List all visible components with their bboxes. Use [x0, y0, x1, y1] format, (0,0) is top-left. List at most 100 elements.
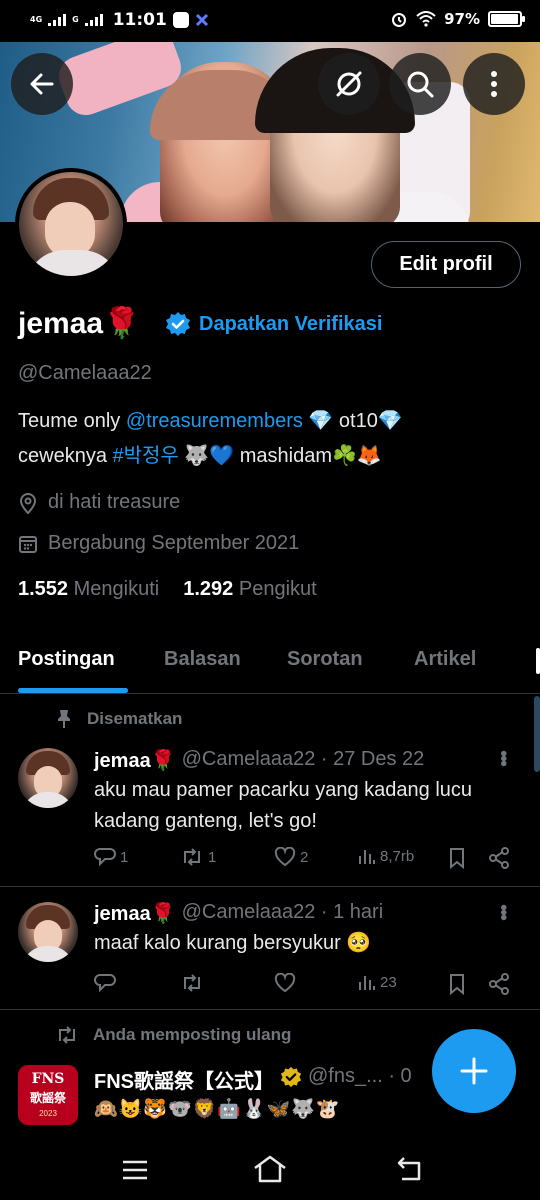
- recent-apps-icon[interactable]: [121, 1159, 149, 1181]
- repost-button[interactable]: [180, 973, 208, 993]
- avatar-logo-text: FNS: [31, 1071, 65, 1087]
- status-bar: 4G G 11:01 97%: [0, 0, 540, 42]
- battery-percent: 97%: [444, 10, 480, 28]
- post-more-button[interactable]: •••: [491, 904, 514, 919]
- edit-profile-button[interactable]: Edit profil: [371, 241, 521, 288]
- post-text: maaf kalo kurang bersyukur 🥺: [94, 932, 372, 954]
- post-header: jemaa🌹 @Camelaaa22 · 27 Des 22: [94, 748, 424, 773]
- like-button[interactable]: 2: [274, 847, 308, 867]
- post-text: 🙉😺🐯🐨🦁🤖🐰🦋🐺🐮: [94, 1099, 341, 1120]
- bookmark-icon: [450, 974, 464, 995]
- tab-highlights[interactable]: Sorotan: [287, 648, 363, 671]
- post-avatar[interactable]: [18, 902, 78, 962]
- avatar-logo-text: 歌謡祭: [29, 1091, 66, 1105]
- post-author-name[interactable]: jemaa🌹: [94, 748, 176, 773]
- post-item[interactable]: jemaa🌹 @Camelaaa22 · 1 hari ••• maaf kal…: [0, 887, 540, 1010]
- bookmark-icon: [450, 848, 464, 869]
- hashtag-link[interactable]: #박정우: [113, 445, 179, 467]
- home-icon[interactable]: [252, 1154, 288, 1184]
- status-right: 97%: [390, 10, 525, 28]
- tab-articles[interactable]: Artikel: [414, 648, 476, 671]
- profile-name: jemaa🌹: [18, 307, 141, 340]
- repost-icon: [184, 974, 200, 992]
- battery-icon: [488, 11, 525, 27]
- bio-text: 💎 ot10💎: [302, 410, 403, 432]
- bio-text: 🐺💙 mashidam☘️🦊: [178, 445, 382, 467]
- post-header: FNS歌謡祭【公式】 @fns_... · 0: [94, 1065, 424, 1094]
- wifi-icon: [416, 11, 436, 27]
- post-author-name[interactable]: jemaa🌹: [94, 901, 176, 926]
- views-button[interactable]: 23: [358, 973, 397, 991]
- like-button[interactable]: [274, 973, 300, 993]
- post-avatar[interactable]: FNS 歌謡祭 2023: [18, 1065, 78, 1125]
- reply-icon: [94, 974, 116, 993]
- post-actions: 23: [94, 973, 514, 997]
- follow-counts: 1.552 Mengikuti 1.292 Pengikut: [18, 578, 317, 601]
- bookmark-button[interactable]: [448, 973, 466, 995]
- reply-count: 1: [120, 848, 129, 866]
- network-4g-label: 4G: [30, 15, 43, 24]
- reply-button[interactable]: [94, 973, 120, 993]
- pinned-context: Disematkan: [55, 709, 182, 729]
- repost-context-label: Anda memposting ulang: [93, 1025, 292, 1044]
- repost-context: Anda memposting ulang: [55, 1025, 291, 1045]
- post-item[interactable]: Disematkan jemaa🌹 @Camelaaa22 · 27 Des 2…: [0, 695, 540, 887]
- views-button[interactable]: 8,7rb: [358, 847, 414, 865]
- tab-replies[interactable]: Balasan: [164, 648, 241, 671]
- app-notification-icon: [172, 12, 189, 28]
- followers-label: Pengikut: [238, 578, 317, 600]
- share-button[interactable]: [488, 847, 510, 869]
- post-more-button[interactable]: •••: [491, 750, 514, 765]
- following-label: Mengikuti: [73, 578, 160, 600]
- followers-link[interactable]: 1.292 Pengikut: [183, 578, 316, 601]
- avatar-shape: [22, 792, 74, 808]
- arrow-left-icon: [30, 73, 54, 95]
- following-link[interactable]: 1.552 Mengikuti: [18, 578, 159, 601]
- get-verified-link[interactable]: Dapatkan Verifikasi: [165, 311, 382, 337]
- view-count: 23: [380, 973, 397, 991]
- search-button[interactable]: [389, 53, 451, 115]
- post-meta: @fns_... · 0: [308, 1065, 412, 1087]
- post-avatar[interactable]: [18, 748, 78, 808]
- avatar-shape: [22, 946, 74, 962]
- profile-tabs: Postingan Balasan Sorotan Artikel: [0, 640, 540, 694]
- verified-badge-icon: [166, 312, 190, 336]
- post-header: jemaa🌹 @Camelaaa22 · 1 hari: [94, 901, 383, 926]
- profile-joined: Bergabung September 2021: [18, 532, 299, 555]
- back-button[interactable]: [11, 53, 73, 115]
- repost-icon: [184, 848, 200, 866]
- x-notification-icon: [195, 13, 208, 27]
- views-chart-icon: [359, 850, 375, 864]
- alarm-icon: [392, 13, 407, 27]
- tab-overflow[interactable]: [536, 648, 540, 674]
- system-nav-bar: [0, 1140, 540, 1200]
- get-verified-label: Dapatkan Verifikasi: [199, 312, 383, 335]
- grok-icon: [336, 71, 362, 97]
- profile-avatar[interactable]: [15, 168, 127, 280]
- mention-link[interactable]: @treasuremembers: [126, 410, 303, 432]
- profile-handle: @Camelaaa22: [18, 362, 152, 384]
- post-author-name[interactable]: FNS歌謡祭【公式】: [94, 1065, 274, 1094]
- compose-post-button[interactable]: [432, 1029, 516, 1113]
- reply-button[interactable]: 1: [94, 847, 128, 867]
- followers-count: 1.292: [183, 578, 234, 600]
- joined-text: Bergabung September 2021: [48, 532, 300, 554]
- more-vertical-icon: [491, 71, 497, 97]
- like-count: 2: [300, 848, 309, 866]
- more-button[interactable]: [463, 53, 525, 115]
- bookmark-button[interactable]: [448, 847, 466, 869]
- bio-text: ceweknya: [18, 445, 113, 467]
- share-button[interactable]: [488, 973, 510, 995]
- tab-posts[interactable]: Postingan: [18, 648, 115, 671]
- search-icon: [407, 71, 434, 98]
- grok-button[interactable]: [318, 53, 380, 115]
- profile-location: di hati treasure: [18, 491, 180, 514]
- back-nav-icon[interactable]: [396, 1156, 426, 1182]
- share-icon: [489, 973, 509, 995]
- view-count: 8,7rb: [380, 847, 415, 865]
- repost-icon: [59, 1026, 75, 1044]
- reply-icon: [94, 848, 116, 867]
- repost-button[interactable]: 1: [180, 847, 216, 867]
- pinned-label: Disematkan: [87, 709, 183, 728]
- calendar-icon: [19, 535, 37, 553]
